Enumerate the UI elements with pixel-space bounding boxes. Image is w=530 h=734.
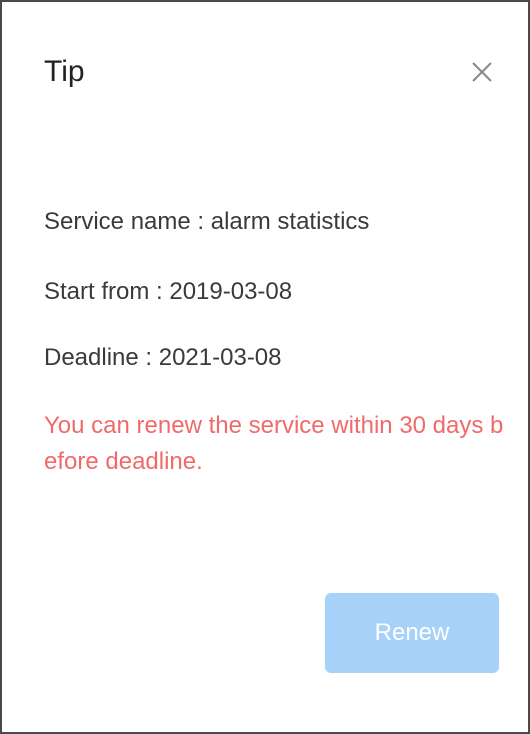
- deadline-text: Deadline : 2021-03-08: [44, 344, 282, 371]
- renew-warning-text: You can renew the service within 30 days…: [44, 412, 504, 475]
- close-button[interactable]: [468, 58, 496, 86]
- service-name-text: Service name : alarm statistics: [44, 208, 370, 235]
- start-date-text: Start from : 2019-03-08: [44, 278, 293, 305]
- renew-button[interactable]: Renew: [325, 593, 499, 673]
- close-icon: [472, 62, 492, 82]
- dialog-title: Tip: [44, 55, 85, 88]
- renew-tip-dialog: Tip Service name : alarm statistics Star…: [0, 0, 530, 734]
